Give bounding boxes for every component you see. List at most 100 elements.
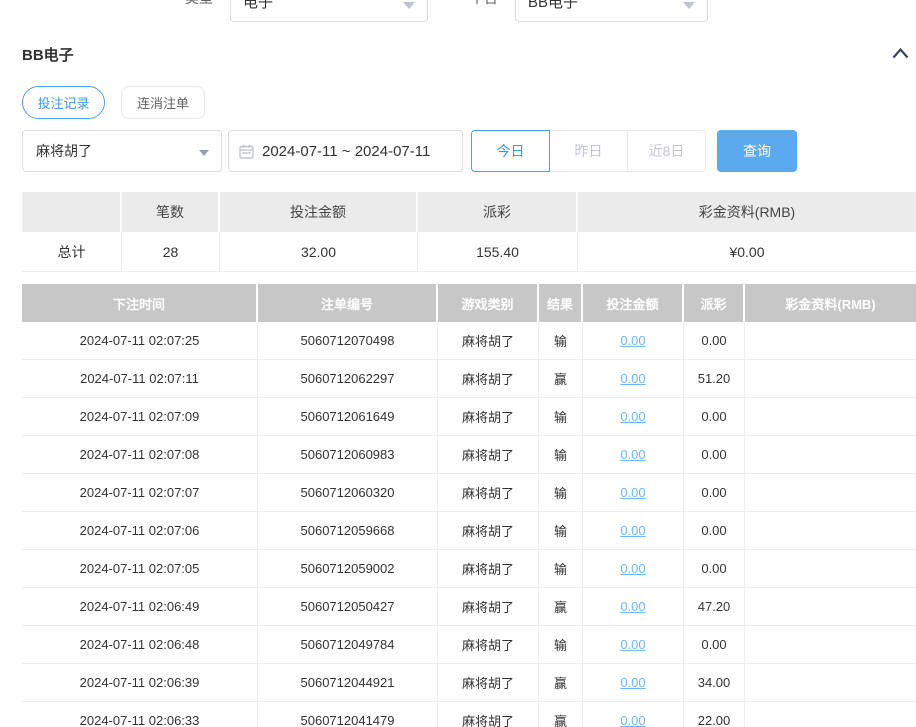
table-row: 2024-07-11 02:07:075060712060320麻将胡了输0.0…: [22, 474, 916, 512]
payout-cell: 0.00: [684, 436, 745, 474]
bet-time-cell: 2024-07-11 02:06:48: [22, 626, 258, 664]
bet-amount-link[interactable]: 0.00: [620, 637, 645, 652]
game-type-cell: 麻将胡了: [438, 512, 539, 550]
bet-time-cell: 2024-07-11 02:06:39: [22, 664, 258, 702]
summary-total-row: 总计 28 32.00 155.40 ¥0.00: [22, 232, 916, 272]
bet-amount-link[interactable]: 0.00: [620, 599, 645, 614]
section-title: BB电子: [22, 44, 74, 65]
bet-amount-link[interactable]: 0.00: [620, 333, 645, 348]
date-range-input[interactable]: 2024-07-11 ~ 2024-07-11: [228, 130, 463, 172]
tab-bet-records-label: 投注记录: [37, 93, 89, 112]
payout-cell: 51.20: [684, 360, 745, 398]
game-type-cell: 麻将胡了: [438, 398, 539, 436]
bonus-cell: [745, 322, 916, 360]
order-no-cell: 5060712059668: [258, 512, 438, 550]
bet-time-cell: 2024-07-11 02:06:49: [22, 588, 258, 626]
summary-total-count: 28: [122, 232, 220, 272]
bet-time-cell: 2024-07-11 02:06:33: [22, 702, 258, 727]
bet-amount-link[interactable]: 0.00: [620, 485, 645, 500]
bonus-cell: [745, 702, 916, 727]
tab-bet-records[interactable]: 投注记录: [22, 86, 105, 119]
summary-header-payout: 派彩: [418, 192, 578, 232]
game-type-cell: 麻将胡了: [438, 702, 539, 727]
game-select[interactable]: 麻将胡了: [22, 130, 222, 172]
header-bet-time: 下注时间: [22, 284, 258, 322]
payout-cell: 34.00: [684, 664, 745, 702]
yesterday-button[interactable]: 昨日: [549, 130, 628, 172]
platform-select[interactable]: BB电子: [515, 0, 708, 22]
bet-time-cell: 2024-07-11 02:07:07: [22, 474, 258, 512]
table-row: 2024-07-11 02:07:255060712070498麻将胡了输0.0…: [22, 322, 916, 360]
chevron-down-icon: [683, 2, 695, 9]
bet-table: 下注时间 注单编号 游戏类别 结果 投注金额 派彩 彩金资料(RMB) 2024…: [22, 284, 916, 727]
bet-amount-link[interactable]: 0.00: [620, 561, 645, 576]
bet-amount-link[interactable]: 0.00: [620, 675, 645, 690]
bonus-cell: [745, 550, 916, 588]
bet-time-cell: 2024-07-11 02:07:06: [22, 512, 258, 550]
bet-table-header-row: 下注时间 注单编号 游戏类别 结果 投注金额 派彩 彩金资料(RMB): [22, 284, 916, 322]
game-type-cell: 麻将胡了: [438, 436, 539, 474]
game-type-cell: 麻将胡了: [438, 588, 539, 626]
table-row: 2024-07-11 02:06:335060712041479麻将胡了赢0.0…: [22, 702, 916, 727]
bet-records-page: 类型 电子 平台 BB电子 BB电子 投注记录 连消注单 麻将胡了: [0, 0, 916, 727]
order-no-cell: 5060712050427: [258, 588, 438, 626]
order-no-cell: 5060712060983: [258, 436, 438, 474]
table-row: 2024-07-11 02:07:095060712061649麻将胡了输0.0…: [22, 398, 916, 436]
game-type-cell: 麻将胡了: [438, 322, 539, 360]
tab-cancelled-orders[interactable]: 连消注单: [121, 86, 205, 119]
game-type-cell: 麻将胡了: [438, 474, 539, 512]
bonus-cell: [745, 626, 916, 664]
header-payout: 派彩: [684, 284, 745, 322]
today-button[interactable]: 今日: [471, 130, 550, 172]
bonus-cell: [745, 664, 916, 702]
platform-select-value: BB电子: [528, 0, 578, 12]
bet-time-cell: 2024-07-11 02:07:09: [22, 398, 258, 436]
order-no-cell: 5060712059002: [258, 550, 438, 588]
bet-time-cell: 2024-07-11 02:07:25: [22, 322, 258, 360]
chevron-down-icon: [199, 150, 209, 156]
result-cell: 输: [539, 322, 583, 360]
bet-time-cell: 2024-07-11 02:07:08: [22, 436, 258, 474]
result-cell: 输: [539, 512, 583, 550]
bet-amount-link[interactable]: 0.00: [620, 371, 645, 386]
bet-amount-link[interactable]: 0.00: [620, 713, 645, 727]
header-bonus: 彩金资料(RMB): [745, 284, 916, 322]
last-8-days-button[interactable]: 近8日: [627, 130, 706, 172]
bonus-cell: [745, 474, 916, 512]
search-button[interactable]: 查询: [717, 130, 797, 172]
type-select[interactable]: 电子: [230, 0, 428, 22]
chevron-up-icon: [892, 48, 909, 59]
summary-total-payout: 155.40: [418, 232, 578, 272]
bet-amount-cell: 0.00: [583, 322, 684, 360]
type-select-value: 电子: [243, 0, 273, 12]
collapse-section-button[interactable]: [890, 44, 910, 62]
bet-amount-cell: 0.00: [583, 436, 684, 474]
bet-amount-cell: 0.00: [583, 512, 684, 550]
payout-cell: 0.00: [684, 322, 745, 360]
tab-cancelled-orders-label: 连消注单: [137, 93, 189, 112]
payout-cell: 0.00: [684, 626, 745, 664]
bet-amount-link[interactable]: 0.00: [620, 523, 645, 538]
bonus-cell: [745, 436, 916, 474]
bet-amount-link[interactable]: 0.00: [620, 447, 645, 462]
bet-amount-link[interactable]: 0.00: [620, 409, 645, 424]
summary-total-bet-amount: 32.00: [220, 232, 418, 272]
bonus-cell: [745, 398, 916, 436]
order-no-cell: 5060712062297: [258, 360, 438, 398]
bonus-cell: [745, 588, 916, 626]
game-type-cell: 麻将胡了: [438, 626, 539, 664]
platform-label: 平台: [470, 0, 498, 8]
summary-total-bonus: ¥0.00: [578, 232, 916, 272]
bet-amount-cell: 0.00: [583, 702, 684, 727]
bonus-cell: [745, 512, 916, 550]
payout-cell: 0.00: [684, 550, 745, 588]
bet-table-body: 2024-07-11 02:07:255060712070498麻将胡了输0.0…: [22, 322, 916, 727]
bet-amount-cell: 0.00: [583, 664, 684, 702]
bet-amount-cell: 0.00: [583, 398, 684, 436]
order-no-cell: 5060712060320: [258, 474, 438, 512]
result-cell: 输: [539, 436, 583, 474]
bet-time-cell: 2024-07-11 02:07:11: [22, 360, 258, 398]
payout-cell: 0.00: [684, 512, 745, 550]
payout-cell: 47.20: [684, 588, 745, 626]
summary-header-bonus: 彩金资料(RMB): [578, 192, 916, 232]
